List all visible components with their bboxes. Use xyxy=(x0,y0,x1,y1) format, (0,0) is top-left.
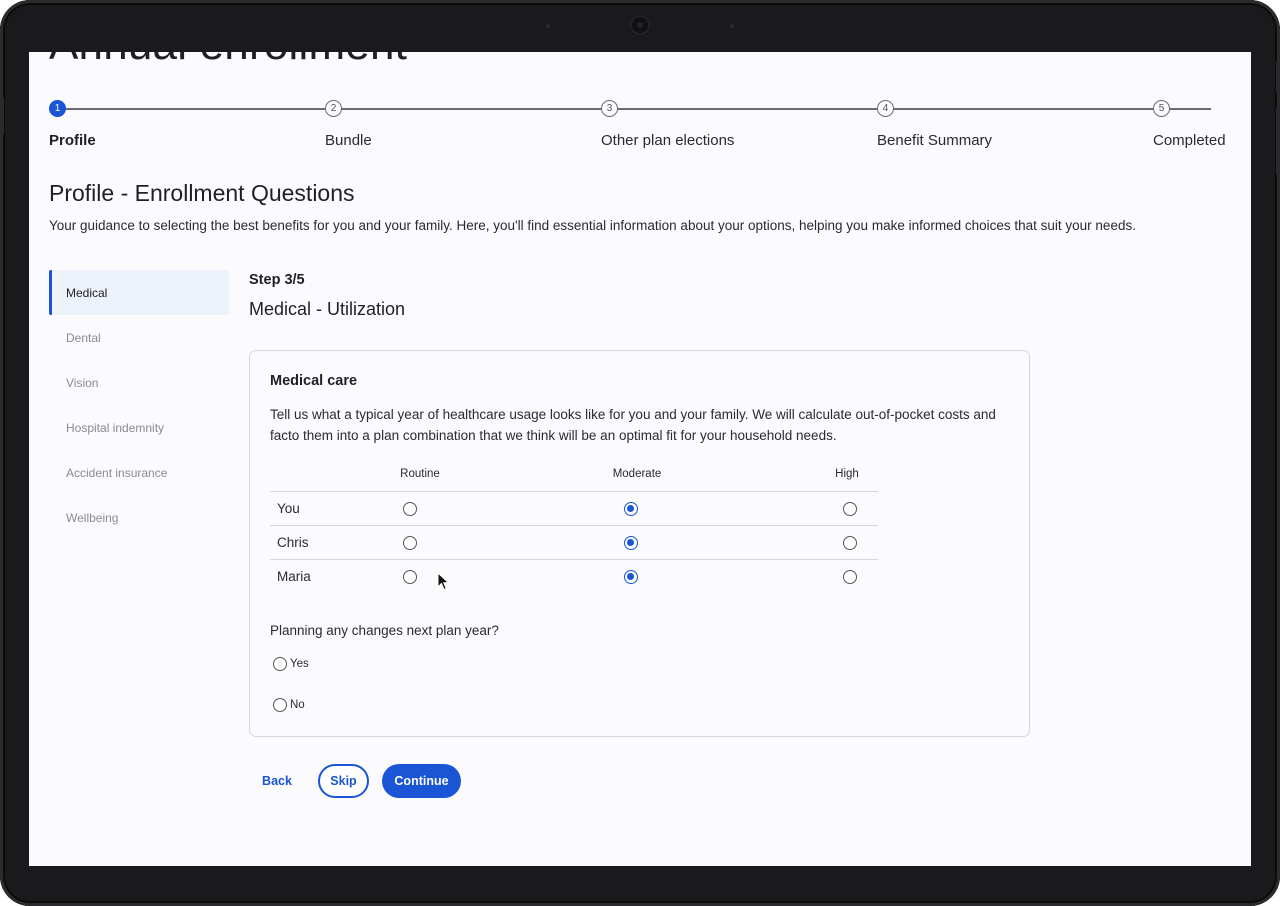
step-number: 5 xyxy=(1153,100,1170,117)
step-number: 3 xyxy=(601,100,618,117)
back-button[interactable]: Back xyxy=(249,764,305,798)
sensor-dot xyxy=(546,24,550,28)
step-count: Step 3/5 xyxy=(249,272,305,288)
card-description: Tell us what a typical year of healthcar… xyxy=(270,407,996,443)
radio-routine[interactable] xyxy=(403,502,417,516)
side-button xyxy=(1276,106,1280,176)
section-description: Your guidance to selecting the best bene… xyxy=(49,218,1136,233)
step-label: Other plan elections xyxy=(601,132,735,149)
step-label: Profile xyxy=(49,132,96,149)
medical-care-card: Medical care Tell us what a typical year… xyxy=(249,350,1030,737)
option-label: No xyxy=(290,699,305,711)
plan-changes-question: Planning any changes next plan year? xyxy=(270,623,499,638)
step-label: Bundle xyxy=(325,132,372,149)
grid-row-chris: Chris xyxy=(270,526,878,560)
column-header-moderate: Moderate xyxy=(612,468,662,480)
sidenav-item-dental[interactable]: Dental xyxy=(49,315,229,360)
front-camera xyxy=(632,17,648,33)
sidenav-item-wellbeing[interactable]: Wellbeing xyxy=(49,495,229,540)
mouse-cursor-icon xyxy=(437,572,450,591)
step-label: Completed xyxy=(1153,132,1226,149)
section-title: Profile - Enrollment Questions xyxy=(49,180,355,206)
radio-routine[interactable] xyxy=(403,536,417,550)
tablet-device-frame: Annual enrollment 1 Profile 2 Bundle 3 O… xyxy=(0,0,1280,906)
column-header-high: High xyxy=(835,468,859,480)
radio-routine[interactable] xyxy=(403,570,417,584)
power-button xyxy=(1276,60,1280,94)
step-number: 1 xyxy=(49,100,66,117)
option-yes[interactable]: Yes xyxy=(273,657,309,671)
column-header-routine: Routine xyxy=(400,468,440,480)
radio-moderate[interactable] xyxy=(624,536,638,550)
sensor-dot xyxy=(730,24,734,28)
option-no[interactable]: No xyxy=(273,698,305,712)
stepper-track xyxy=(58,108,1211,110)
card-title: Medical care xyxy=(270,373,358,389)
row-name: Maria xyxy=(277,569,311,584)
step-title: Medical - Utilization xyxy=(249,299,406,319)
radio-no[interactable] xyxy=(273,698,287,712)
step-number: 2 xyxy=(325,100,342,117)
volume-button xyxy=(0,96,4,136)
benefits-side-nav: Medical Dental Vision Hospital indemnity… xyxy=(49,270,229,540)
grid-row-maria: Maria xyxy=(270,560,878,594)
grid-header: Routine Moderate High xyxy=(270,461,878,492)
radio-moderate[interactable] xyxy=(624,502,638,516)
grid-row-you: You xyxy=(270,492,878,526)
screen: Annual enrollment 1 Profile 2 Bundle 3 O… xyxy=(29,52,1251,866)
option-label: Yes xyxy=(290,658,309,670)
radio-yes[interactable] xyxy=(273,657,287,671)
skip-button[interactable]: Skip xyxy=(318,764,369,798)
step-label: Benefit Summary xyxy=(877,132,993,149)
enrollment-stepper: 1 Profile 2 Bundle 3 Other plan election… xyxy=(49,100,1231,160)
radio-moderate[interactable] xyxy=(624,570,638,584)
radio-high[interactable] xyxy=(843,502,857,516)
step-number: 4 xyxy=(877,100,894,117)
radio-high[interactable] xyxy=(843,570,857,584)
utilization-grid: Routine Moderate High You Chris Maria xyxy=(270,461,878,594)
radio-high[interactable] xyxy=(843,536,857,550)
sidenav-item-medical[interactable]: Medical xyxy=(49,270,229,315)
continue-button[interactable]: Continue xyxy=(382,764,461,798)
row-name: Chris xyxy=(277,535,309,550)
row-name: You xyxy=(277,501,300,516)
sidenav-item-vision[interactable]: Vision xyxy=(49,360,229,405)
page-heading: Annual enrollment xyxy=(49,52,407,70)
sidenav-item-hospital-indemnity[interactable]: Hospital indemnity xyxy=(49,405,229,450)
sidenav-item-accident-insurance[interactable]: Accident insurance xyxy=(49,450,229,495)
